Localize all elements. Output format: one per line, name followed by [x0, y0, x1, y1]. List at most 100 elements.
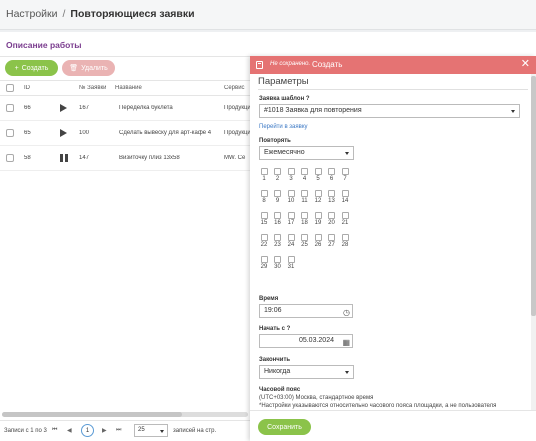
table-row[interactable]: 66 167 Переделка буклета Продукция	[0, 96, 250, 121]
calendar-icon[interactable]: ▦	[342, 338, 350, 347]
checkbox-box[interactable]	[274, 168, 281, 175]
checkbox-box[interactable]	[287, 190, 295, 197]
checkbox-box[interactable]	[341, 234, 349, 241]
day-checkbox[interactable]: 25	[300, 234, 310, 248]
checkbox-box[interactable]	[328, 212, 335, 219]
day-checkbox[interactable]: 20	[327, 212, 337, 226]
checkbox-box[interactable]	[274, 190, 281, 197]
start-date-input[interactable]: 05.03.2024 ▦	[259, 334, 353, 348]
checkbox-box[interactable]	[274, 212, 281, 219]
save-button[interactable]: Сохранить	[258, 419, 311, 435]
checkbox-box[interactable]	[287, 212, 295, 219]
column-header-service[interactable]: Сервис	[224, 85, 250, 91]
checkbox-box[interactable]	[260, 212, 268, 219]
checkbox-box[interactable]	[314, 212, 322, 219]
first-page-icon[interactable]: ⏮	[52, 427, 57, 434]
day-checkbox[interactable]: 26	[313, 234, 323, 248]
end-select[interactable]: Никогда	[259, 365, 354, 379]
day-checkbox[interactable]: 19	[313, 212, 323, 226]
checkbox-box[interactable]	[260, 234, 268, 241]
clock-icon[interactable]: ◷	[343, 308, 350, 317]
day-checkbox[interactable]: 22	[259, 234, 269, 248]
day-checkbox[interactable]: 13	[327, 190, 337, 204]
pause-icon[interactable]	[60, 154, 68, 162]
vertical-scrollbar[interactable]	[531, 74, 536, 410]
checkbox-box[interactable]	[341, 212, 349, 219]
time-input[interactable]: 19:06 ◷	[259, 304, 353, 318]
table-row[interactable]: 65 100 Сделать вывеску для арт-кафе 4 Пр…	[0, 121, 250, 146]
checkbox-box[interactable]	[301, 190, 308, 197]
repeat-select[interactable]: Ежемесячно	[259, 146, 354, 160]
checkbox-box[interactable]	[301, 212, 308, 219]
day-checkbox[interactable]: 31	[286, 256, 296, 270]
day-checkbox[interactable]: 14	[340, 190, 350, 204]
checkbox-box[interactable]	[260, 256, 268, 263]
row-checkbox[interactable]	[6, 154, 14, 162]
prev-page-icon[interactable]: ◀	[67, 427, 72, 434]
day-checkbox[interactable]: 18	[300, 212, 310, 226]
day-checkbox[interactable]: 29	[259, 256, 269, 270]
checkbox-box[interactable]	[328, 168, 335, 175]
day-checkbox[interactable]: 2	[273, 168, 283, 182]
checkbox-box[interactable]	[274, 234, 281, 241]
day-checkbox[interactable]: 12	[313, 190, 323, 204]
column-header-id[interactable]: ID	[24, 85, 30, 91]
column-header-name[interactable]: Название	[115, 85, 142, 91]
checkbox-box[interactable]	[301, 168, 308, 175]
checkbox-box[interactable]	[314, 168, 322, 175]
day-checkbox[interactable]: 8	[259, 190, 269, 204]
delete-button[interactable]: 🗑 Удалить	[62, 60, 115, 76]
day-checkbox[interactable]: 23	[273, 234, 283, 248]
select-all-checkbox[interactable]	[6, 84, 14, 92]
day-checkbox[interactable]: 10	[286, 190, 296, 204]
checkbox-box[interactable]	[260, 190, 268, 197]
help-icon[interactable]: ?	[287, 326, 291, 332]
checkbox-box[interactable]	[260, 168, 268, 175]
table-row[interactable]: 58 147 Визиточку плиз 13х58 MW. Се	[0, 146, 250, 171]
day-checkbox[interactable]: 7	[340, 168, 350, 182]
day-checkbox[interactable]: 3	[286, 168, 296, 182]
day-number: 15	[260, 220, 268, 226]
day-checkbox[interactable]: 4	[300, 168, 310, 182]
checkbox-box[interactable]	[341, 168, 349, 175]
last-page-icon[interactable]: ⏭	[116, 427, 121, 434]
checkbox-box[interactable]	[328, 190, 335, 197]
per-page-select[interactable]: 25	[134, 424, 168, 437]
day-checkbox[interactable]: 5	[313, 168, 323, 182]
checkbox-box[interactable]	[287, 234, 295, 241]
breadcrumb-settings-link[interactable]: Настройки	[6, 8, 58, 20]
checkbox-box[interactable]	[314, 190, 322, 197]
play-icon[interactable]	[60, 129, 67, 137]
template-select[interactable]: #1018 Заявка для повторения	[259, 104, 520, 118]
day-checkbox[interactable]: 1	[259, 168, 269, 182]
checkbox-box[interactable]	[341, 190, 349, 197]
checkbox-box[interactable]	[274, 256, 281, 263]
checkbox-box[interactable]	[287, 168, 295, 175]
row-checkbox[interactable]	[6, 104, 14, 112]
horizontal-scrollbar[interactable]	[2, 412, 248, 417]
close-icon[interactable]: ✕	[521, 58, 530, 70]
row-checkbox[interactable]	[6, 129, 14, 137]
day-checkbox[interactable]: 17	[286, 212, 296, 226]
day-checkbox[interactable]: 6	[327, 168, 337, 182]
checkbox-box[interactable]	[314, 234, 322, 241]
help-icon[interactable]: ?	[306, 96, 310, 102]
day-checkbox[interactable]: 27	[327, 234, 337, 248]
day-checkbox[interactable]: 16	[273, 212, 283, 226]
column-header-request-number[interactable]: № Заявки	[79, 85, 106, 91]
create-button[interactable]: + Создать	[5, 60, 58, 76]
day-checkbox[interactable]: 15	[259, 212, 269, 226]
day-checkbox[interactable]: 24	[286, 234, 296, 248]
current-page-button[interactable]: 1	[81, 424, 94, 437]
next-page-icon[interactable]: ▶	[102, 427, 107, 434]
goto-request-link[interactable]: Перейти в заявку	[259, 124, 308, 130]
checkbox-box[interactable]	[301, 234, 308, 241]
day-checkbox[interactable]: 11	[300, 190, 310, 204]
play-icon[interactable]	[60, 104, 67, 112]
checkbox-box[interactable]	[287, 256, 295, 263]
day-checkbox[interactable]: 28	[340, 234, 350, 248]
day-checkbox[interactable]: 30	[273, 256, 283, 270]
day-checkbox[interactable]: 21	[340, 212, 350, 226]
checkbox-box[interactable]	[328, 234, 335, 241]
day-checkbox[interactable]: 9	[273, 190, 283, 204]
